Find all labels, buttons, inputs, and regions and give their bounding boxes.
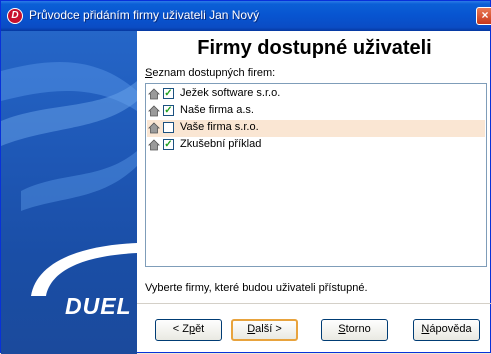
list-item[interactable]: ✓ Ježek software s.r.o.: [147, 86, 485, 103]
app-icon: D: [7, 8, 23, 24]
house-icon: [148, 105, 160, 117]
house-icon: [148, 139, 160, 151]
divider: [137, 303, 491, 304]
list-item-label: Ježek software s.r.o.: [180, 87, 281, 99]
title-bar[interactable]: D Průvodce přidáním firmy uživateli Jan …: [1, 1, 490, 31]
list-item[interactable]: ✓ Zkušební příklad: [147, 137, 485, 154]
list-item[interactable]: ✓ Naše firma a.s.: [147, 103, 485, 120]
cancel-button[interactable]: Storno: [321, 319, 388, 341]
list-label: Seznam dostupných firem:: [145, 67, 275, 79]
list-item-label: Naše firma a.s.: [180, 104, 254, 116]
checkbox[interactable]: ✓: [163, 88, 174, 99]
checkbox[interactable]: ✓: [163, 105, 174, 116]
page-heading: Firmy dostupné uživateli: [197, 37, 432, 59]
list-item-label: Zkušební příklad: [180, 138, 262, 150]
duel-logo: DUEL: [65, 293, 132, 319]
side-banner: DUEL: [1, 31, 137, 354]
checkbox[interactable]: ✓: [163, 139, 174, 150]
help-button[interactable]: Nápověda: [413, 319, 480, 341]
back-button[interactable]: < Zpět: [155, 319, 222, 341]
list-item-selected[interactable]: Vaše firma s.r.o.: [147, 120, 485, 137]
list-label-text: eznam dostupných firem:: [152, 67, 276, 79]
window-title: Průvodce přidáním firmy uživateli Jan No…: [29, 8, 260, 22]
instruction-text: Vyberte firmy, které budou uživateli pří…: [145, 282, 368, 294]
list-item-label: Vaše firma s.r.o.: [180, 121, 259, 133]
checkbox[interactable]: [163, 122, 174, 133]
company-list[interactable]: ✓ Ježek software s.r.o. ✓ Naše firma a.s…: [145, 83, 487, 267]
close-button[interactable]: ×: [476, 7, 491, 25]
house-icon: [148, 122, 160, 134]
wizard-window: D Průvodce přidáním firmy uživateli Jan …: [0, 0, 491, 354]
next-button[interactable]: Další >: [231, 319, 298, 341]
house-icon: [148, 88, 160, 100]
